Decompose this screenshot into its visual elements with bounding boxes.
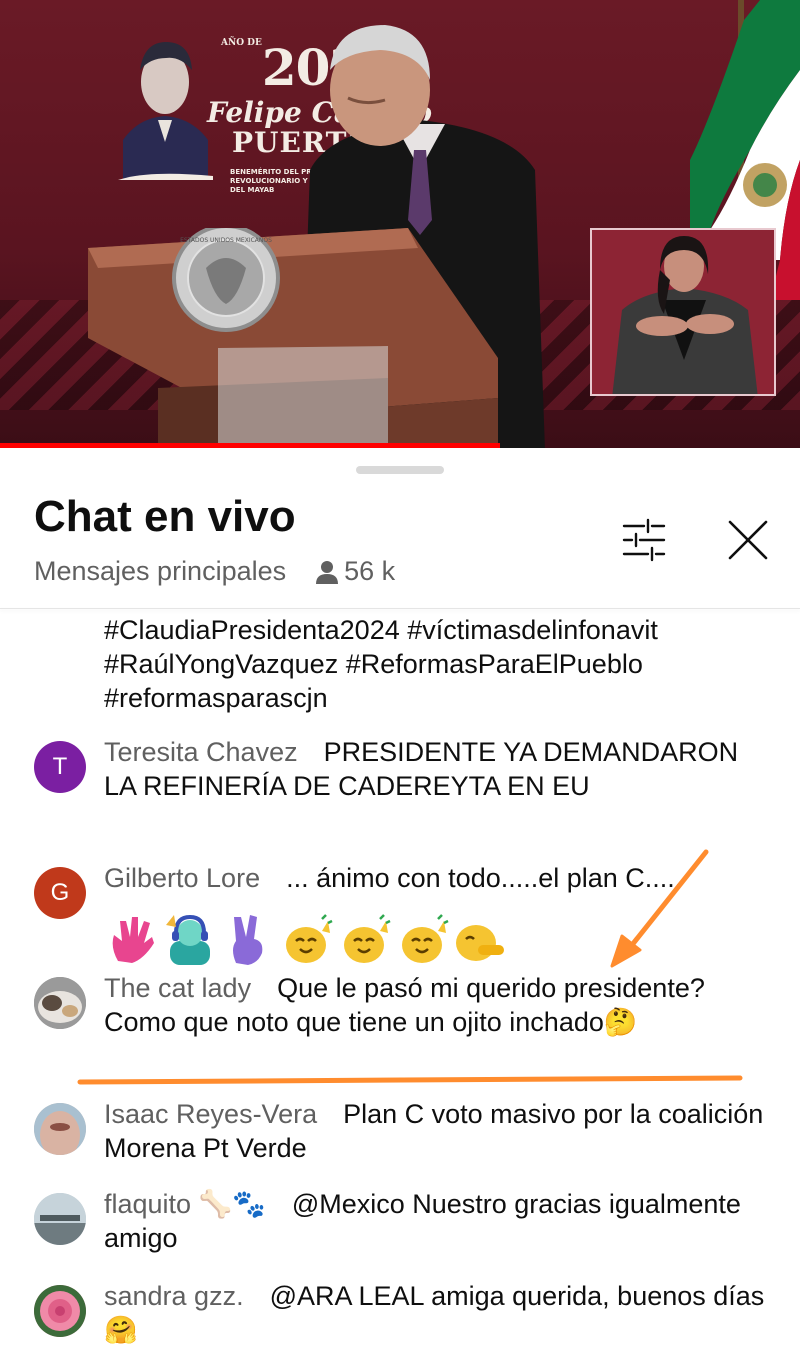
person-icon	[316, 560, 339, 584]
cat-avatar-icon	[34, 977, 86, 1029]
chat-message-list[interactable]: #ClaudiaPresidenta2024 #víctimasdelinfon…	[0, 609, 800, 1361]
podium: ESTADOS UNIDOS MEXICANOS	[88, 228, 498, 448]
message-author[interactable]: Teresita Chavez	[104, 737, 298, 767]
message-body: Gilberto Lore ... ánimo con todo.....el p…	[104, 861, 774, 895]
sign-language-interpreter	[590, 228, 776, 396]
filter-icon[interactable]	[618, 514, 670, 566]
video-player[interactable]: AÑO DE2024 Felipe Carrillo PUERTO BENEMÉ…	[0, 0, 800, 448]
victory-hand-icon	[233, 915, 263, 965]
avatar[interactable]	[34, 1103, 86, 1155]
message-body: Isaac Reyes-Vera Plan C voto masivo por l…	[104, 1097, 774, 1165]
avatar[interactable]: T	[34, 741, 86, 793]
chat-title: Chat en vivo	[34, 492, 296, 541]
close-icon[interactable]	[722, 514, 774, 566]
avatar[interactable]: G	[34, 867, 86, 919]
message-author[interactable]: flaquito 🦴🐾	[104, 1189, 266, 1219]
face-avatar-icon	[34, 1103, 86, 1155]
message-text: ... ánimo con todo.....el plan C.....	[286, 863, 683, 893]
message-author[interactable]: The cat lady	[104, 973, 251, 1003]
live-chat-panel: Chat en vivo Mensajes principales 56 k #…	[0, 452, 800, 1361]
cheer-icon	[286, 914, 333, 963]
avatar[interactable]	[34, 1285, 86, 1337]
viewer-count-value: 56 k	[344, 556, 396, 586]
message-body: sandra gzz. @ARA LEAL amiga querida, buen…	[104, 1279, 774, 1347]
message-body: The cat lady Que le pasó mi querido presi…	[104, 971, 774, 1039]
chat-mode-label[interactable]: Mensajes principales	[34, 556, 286, 587]
video-progress-bar[interactable]	[0, 443, 500, 448]
drag-handle[interactable]	[356, 466, 444, 474]
message-author[interactable]: Isaac Reyes-Vera	[104, 1099, 317, 1129]
cheer-icon	[344, 914, 391, 963]
message-body: Teresita Chavez PRESIDENTE YA DEMANDARON …	[104, 735, 774, 803]
emoji-row	[104, 911, 508, 967]
rose-avatar-icon	[34, 1285, 86, 1337]
wave-hand-icon	[112, 917, 154, 963]
viewer-count: 56 k	[316, 556, 395, 587]
hiding-face-icon	[456, 925, 504, 961]
svg-text:ESTADOS UNIDOS MEXICANOS: ESTADOS UNIDOS MEXICANOS	[180, 237, 272, 244]
banner-portrait	[118, 42, 213, 180]
message-author[interactable]: sandra gzz.	[104, 1281, 244, 1311]
avatar[interactable]	[34, 977, 86, 1029]
message-body: flaquito 🦴🐾 @Mexico Nuestro gracias igual…	[104, 1187, 774, 1255]
cheer-icon	[402, 914, 449, 963]
landscape-avatar-icon	[34, 1193, 86, 1245]
avatar[interactable]	[34, 1193, 86, 1245]
message-author[interactable]: Gilberto Lore	[104, 863, 260, 893]
person-headphones-icon	[166, 914, 210, 965]
message-text: #ClaudiaPresidenta2024 #víctimasdelinfon…	[104, 615, 658, 713]
chat-mode-selector[interactable]: Mensajes principales 56 k	[34, 556, 395, 587]
